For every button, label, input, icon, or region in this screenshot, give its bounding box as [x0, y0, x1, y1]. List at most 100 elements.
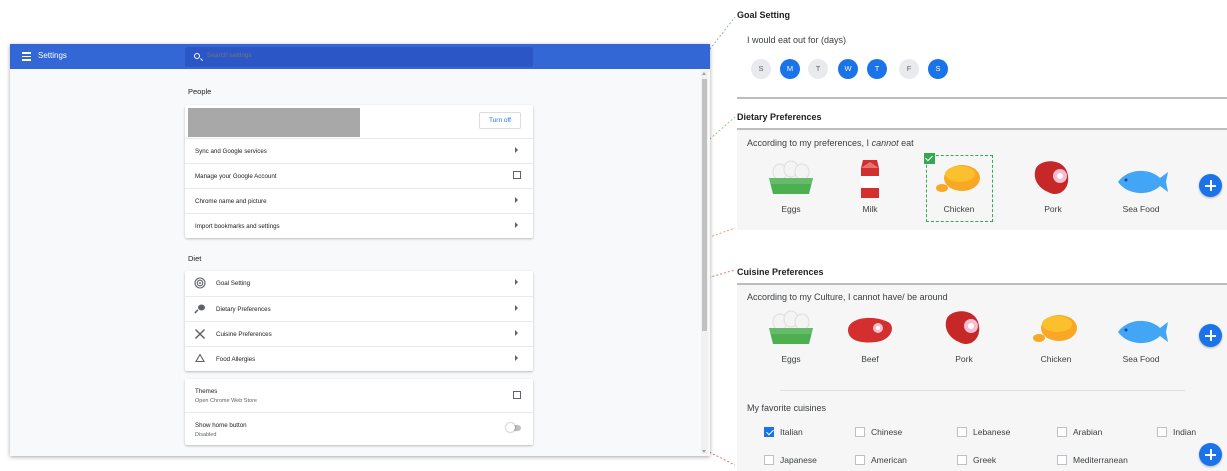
- row-label: Dietary Preferences: [216, 306, 271, 313]
- section-divider: [737, 97, 1227, 99]
- cuisine-label: Italian: [780, 427, 803, 437]
- themes-row[interactable]: Themes Open Chrome Web Store: [185, 379, 533, 412]
- eggs-icon: [769, 310, 813, 344]
- dietary-preferences-row[interactable]: Dietary Preferences: [185, 296, 533, 321]
- food-label: Beef: [861, 354, 879, 364]
- food-beef[interactable]: Beef: [837, 308, 903, 364]
- scroll-down-icon[interactable]: [702, 450, 706, 453]
- checkbox-icon[interactable]: [855, 455, 865, 465]
- goal-setting-title: Goal Setting: [737, 10, 791, 20]
- food-pork[interactable]: Pork: [931, 308, 997, 364]
- scrollbar[interactable]: [701, 71, 708, 454]
- row-label: Goal Setting: [216, 280, 251, 287]
- day-button[interactable]: T: [808, 59, 828, 79]
- add-cuisine-restriction-button[interactable]: [1199, 324, 1222, 347]
- diet-card: Goal Setting Dietary Preferences Cuisine…: [185, 271, 533, 371]
- cuisine-label: Lebanese: [973, 427, 1011, 437]
- arrow-right-icon: [515, 197, 518, 203]
- food-chicken[interactable]: Chicken: [1023, 308, 1089, 364]
- cuisine-preferences-row[interactable]: Cuisine Preferences: [185, 321, 533, 346]
- checkbox-icon[interactable]: [855, 427, 865, 437]
- cuisine-label: Mediterranean: [1073, 455, 1128, 465]
- cuisine-label: Chinese: [871, 427, 903, 437]
- home-button-toggle[interactable]: [506, 423, 521, 432]
- milk-icon: [861, 160, 879, 198]
- manage-account-row[interactable]: Manage your Google Account: [185, 163, 533, 188]
- row-title: Themes: [195, 388, 218, 395]
- recycle-icon: [195, 353, 205, 363]
- arrow-right-icon: [515, 305, 518, 311]
- fish-icon: [1118, 170, 1168, 194]
- day-button[interactable]: T: [867, 59, 887, 79]
- food-allergies-row[interactable]: Food Allergies: [185, 346, 533, 371]
- prompt-end: eat: [898, 138, 914, 148]
- row-label: Import bookmarks and settings: [195, 223, 280, 230]
- add-dietary-preference-button[interactable]: [1199, 174, 1222, 197]
- row-label: Chrome name and picture: [195, 198, 267, 205]
- row-label: Food Allergies: [216, 356, 256, 363]
- food-sea-food[interactable]: Sea Food: [1108, 308, 1174, 364]
- utensils-icon: [194, 328, 206, 340]
- appearance-card: Themes Open Chrome Web Store Show home b…: [185, 379, 533, 445]
- scroll-thumb[interactable]: [702, 79, 707, 331]
- row-subtitle: Disabled: [195, 432, 217, 438]
- search-icon: [194, 53, 200, 59]
- arrow-right-icon: [515, 355, 518, 361]
- import-bookmarks-row[interactable]: Import bookmarks and settings: [185, 213, 533, 238]
- food-milk[interactable]: Milk: [837, 158, 903, 214]
- show-home-button-row[interactable]: Show home button Disabled: [185, 412, 533, 445]
- checkbox-icon[interactable]: [1057, 455, 1067, 465]
- day-button[interactable]: S: [928, 59, 948, 79]
- favorite-cuisines-title: My favorite cuisines: [747, 403, 827, 413]
- checkbox-icon[interactable]: [764, 455, 774, 465]
- day-button[interactable]: M: [780, 59, 800, 79]
- food-label: Pork: [955, 354, 973, 364]
- dietary-preferences-prompt: According to my preferences, I cannot ea…: [747, 138, 914, 148]
- search-input[interactable]: [207, 52, 507, 59]
- food-pork[interactable]: Pork: [1020, 158, 1086, 214]
- arrow-right-icon: [515, 222, 518, 228]
- food-eggs[interactable]: Eggs: [758, 158, 824, 214]
- day-button[interactable]: W: [838, 59, 858, 79]
- arrow-right-icon: [515, 330, 518, 336]
- arrow-right-icon: [515, 279, 518, 285]
- goal-setting-prompt: I would eat out for (days): [747, 35, 847, 45]
- checkbox-icon[interactable]: [957, 427, 967, 437]
- checkbox-icon[interactable]: [1057, 427, 1067, 437]
- day-button[interactable]: F: [899, 59, 919, 79]
- goal-setting-row[interactable]: Goal Setting: [185, 271, 533, 296]
- ham-icon: [945, 311, 980, 345]
- day-button[interactable]: S: [751, 59, 771, 79]
- settings-header: Settings: [10, 44, 710, 69]
- scroll-up-icon[interactable]: [702, 72, 706, 75]
- food-label: Pork: [1044, 204, 1062, 214]
- drumstick-icon: [194, 304, 205, 314]
- food-label: Eggs: [781, 204, 801, 214]
- cuisine-label: Arabian: [1073, 427, 1103, 437]
- row-title: Show home button: [195, 422, 247, 429]
- fish-icon: [1118, 320, 1168, 344]
- search-box[interactable]: [185, 47, 533, 67]
- menu-icon[interactable]: [22, 52, 31, 61]
- food-eggs[interactable]: Eggs: [758, 308, 824, 364]
- food-sea-food[interactable]: Sea Food: [1108, 158, 1174, 214]
- sync-row[interactable]: Sync and Google services: [185, 138, 533, 163]
- chrome-name-row[interactable]: Chrome name and picture: [185, 188, 533, 213]
- people-card: Turn off Sync and Google services Manage…: [185, 105, 533, 238]
- add-cuisine-button[interactable]: [1199, 443, 1222, 466]
- row-subtitle: Open Chrome Web Store: [195, 398, 257, 404]
- checkbox-checked-icon[interactable]: [764, 427, 774, 437]
- cuisine-label: American: [871, 455, 907, 465]
- profile-image-placeholder: [188, 108, 360, 137]
- prompt-emphasis: cannot: [871, 138, 899, 148]
- checkbox-icon[interactable]: [957, 455, 967, 465]
- chicken-icon: [1033, 315, 1077, 342]
- food-label: Chicken: [1040, 354, 1072, 364]
- eggs-icon: [769, 160, 813, 194]
- header-title: Settings: [38, 51, 67, 60]
- turn-off-button[interactable]: Turn off: [478, 112, 521, 129]
- checkbox-icon[interactable]: [1157, 427, 1167, 437]
- steak-icon: [848, 317, 892, 343]
- profile-row: Turn off: [185, 105, 533, 138]
- cuisine-label: Indian: [1173, 427, 1197, 437]
